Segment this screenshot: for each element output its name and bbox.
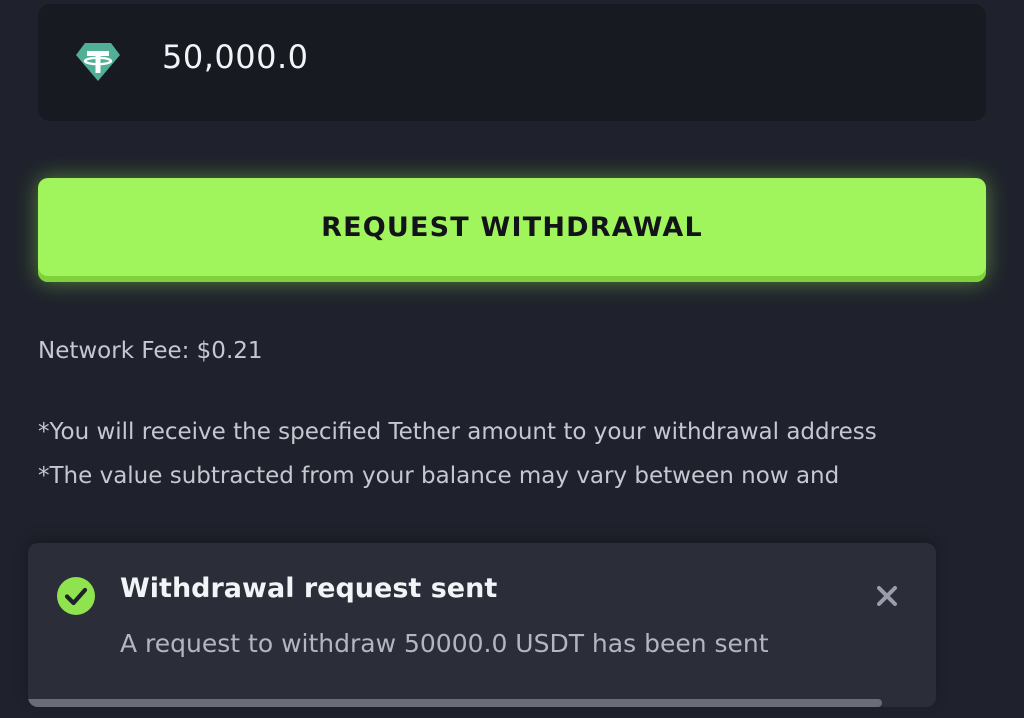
amount-display: 50,000.0 [38,4,986,121]
network-fee: Network Fee: $0.21 [38,338,263,364]
request-withdrawal-label: REQUEST WITHDRAWAL [321,211,703,243]
toast-message: A request to withdraw 50000.0 USDT has b… [120,629,769,658]
check-circle-icon [57,577,95,615]
toast-title: Withdrawal request sent [120,573,498,604]
withdrawal-toast: Withdrawal request sent A request to wit… [28,543,936,707]
toast-timer-bar [28,699,882,707]
disclaimer-notes: *You will receive the specified Tether a… [38,410,968,498]
tether-icon [76,43,120,81]
close-icon [877,586,897,606]
toast-close-button[interactable] [870,579,904,613]
amount-value: 50,000.0 [162,38,309,76]
disclaimer-note: *You will receive the specified Tether a… [38,419,877,445]
disclaimer-note: *The value subtracted from your balance … [38,463,840,489]
request-withdrawal-button[interactable]: REQUEST WITHDRAWAL [38,178,986,282]
